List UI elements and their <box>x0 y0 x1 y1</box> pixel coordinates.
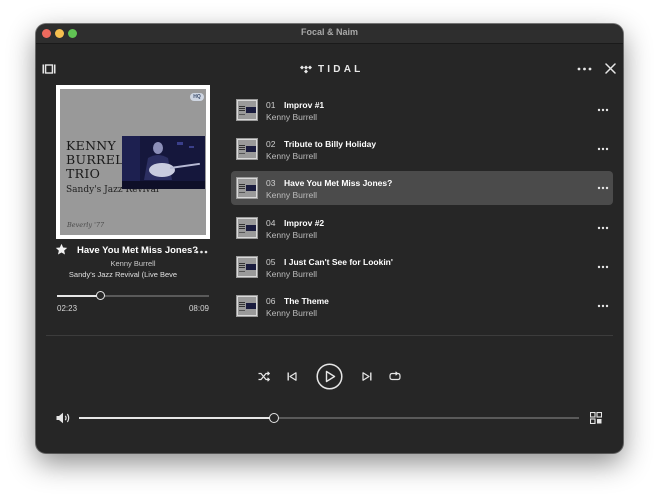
track-row[interactable]: 04 Improv #2 Kenny Burrell <box>231 211 613 245</box>
more-horizontal-icon[interactable] <box>577 67 592 71</box>
now-playing-more-icon[interactable] <box>195 250 208 254</box>
cover-signature: Beverly '77 <box>67 221 105 229</box>
progress-fill <box>57 295 102 297</box>
now-playing-artist[interactable]: Kenny Burrell <box>56 259 210 268</box>
track-more-icon[interactable] <box>597 147 609 151</box>
repeat-icon[interactable] <box>389 371 401 382</box>
track-thumbnail <box>236 217 258 239</box>
progress-handle[interactable] <box>96 291 106 300</box>
track-more-icon[interactable] <box>597 186 609 190</box>
cover-photo <box>122 136 205 189</box>
track-artist[interactable]: Kenny Burrell <box>266 190 317 200</box>
track-title: Tribute to Billy Holiday <box>284 139 377 149</box>
title-bar: Focal & Naim <box>36 24 623 44</box>
track-artist[interactable]: Kenny Burrell <box>266 230 317 240</box>
track-thumbnail-text <box>239 224 245 225</box>
star-icon[interactable] <box>55 243 68 256</box>
track-row[interactable]: 06 The Theme Kenny Burrell <box>231 289 613 323</box>
volume-fill <box>79 417 274 419</box>
volume-slider[interactable] <box>79 413 579 423</box>
track-artist[interactable]: Kenny Burrell <box>266 112 317 122</box>
track-thumbnail <box>236 256 258 278</box>
album-cover: HQ KENNY BURRELL TRIO Sandy's Jazz Reviv… <box>56 85 210 239</box>
track-thumbnail-photo <box>246 264 256 270</box>
track-row[interactable]: 02 Tribute to Billy Holiday Kenny Burrell <box>231 132 613 166</box>
track-thumbnail-photo <box>246 107 256 113</box>
track-number: 06 <box>266 296 276 306</box>
track-thumbnail-text <box>239 184 245 185</box>
total-time: 08:09 <box>188 304 209 313</box>
track-thumbnail-photo <box>246 185 256 191</box>
guitarist-photo <box>122 136 205 189</box>
grid-view-icon[interactable] <box>590 412 602 424</box>
track-artist[interactable]: Kenny Burrell <box>266 308 317 318</box>
track-thumbnail <box>236 295 258 317</box>
quality-badge: HQ <box>190 93 204 101</box>
track-title: Improv #1 <box>284 100 325 110</box>
track-thumbnail-text <box>239 263 245 264</box>
track-row[interactable]: 01 Improv #1 Kenny Burrell <box>231 93 613 127</box>
elapsed-time: 02:23 <box>57 304 78 313</box>
close-icon[interactable] <box>605 63 616 74</box>
queue-view-icon[interactable] <box>42 64 56 74</box>
skip-previous-icon[interactable] <box>287 372 297 381</box>
track-artist[interactable]: Kenny Burrell <box>266 269 317 279</box>
progress-bar[interactable] <box>57 291 209 300</box>
divider <box>46 335 613 336</box>
track-row[interactable]: 03 Have You Met Miss Jones? Kenny Burrell <box>231 171 613 205</box>
track-thumbnail-text <box>239 106 245 107</box>
track-thumbnail <box>236 177 258 199</box>
now-playing-title: Have You Met Miss Jones? <box>77 245 199 256</box>
window-title: Focal & Naim <box>300 27 358 37</box>
speaker-icon[interactable] <box>56 412 71 424</box>
album-artwork: HQ KENNY BURRELL TRIO Sandy's Jazz Reviv… <box>60 89 206 235</box>
track-title: Have You Met Miss Jones? <box>284 178 393 188</box>
volume-handle[interactable] <box>269 413 279 423</box>
now-playing-album[interactable]: Sandy's Jazz Revival (Live Beve <box>56 270 190 279</box>
track-number: 05 <box>266 257 276 267</box>
track-thumbnail <box>236 138 258 160</box>
track-row[interactable]: 05 I Just Can't See for Lookin' Kenny Burr… <box>231 250 613 284</box>
track-title: Improv #2 <box>284 218 325 228</box>
play-icon[interactable] <box>316 363 343 390</box>
track-thumbnail-text <box>239 302 245 303</box>
track-thumbnail-photo <box>246 225 256 231</box>
tidal-logo-icon <box>300 65 312 73</box>
track-more-icon[interactable] <box>597 108 609 112</box>
track-number: 01 <box>266 100 276 110</box>
track-number: 03 <box>266 178 276 188</box>
track-thumbnail <box>236 99 258 121</box>
track-number: 04 <box>266 218 276 228</box>
track-thumbnail-text <box>239 145 245 146</box>
tidal-wordmark: TIDAL <box>318 63 364 75</box>
shuffle-icon[interactable] <box>258 371 270 382</box>
tidal-logo: TIDAL <box>300 63 363 75</box>
skip-next-icon[interactable] <box>362 372 372 381</box>
track-thumbnail-photo <box>246 146 256 152</box>
app-window: Focal & Naim TIDAL HQ KENNY BURRELL TRIO… <box>36 24 623 453</box>
track-title: I Just Can't See for Lookin' <box>284 257 393 267</box>
track-title: The Theme <box>284 296 329 306</box>
track-more-icon[interactable] <box>597 226 609 230</box>
track-thumbnail-photo <box>246 303 256 309</box>
track-artist[interactable]: Kenny Burrell <box>266 151 317 161</box>
track-more-icon[interactable] <box>597 304 609 308</box>
track-more-icon[interactable] <box>597 265 609 269</box>
track-number: 02 <box>266 139 276 149</box>
